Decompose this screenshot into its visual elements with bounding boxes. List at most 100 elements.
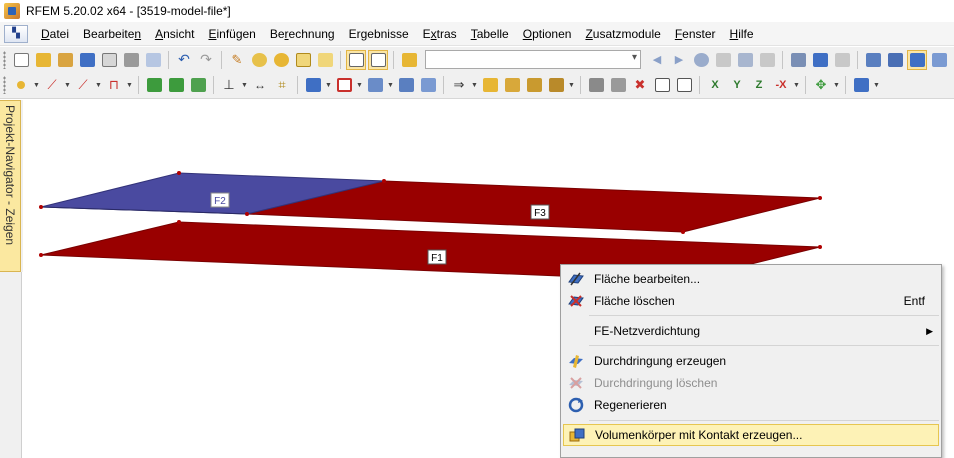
surface-button[interactable] bbox=[303, 75, 323, 95]
node-dropdown-arrow[interactable]: ▼ bbox=[33, 75, 40, 95]
member-button[interactable]: ⟋ bbox=[73, 75, 93, 95]
set-of-members-button[interactable]: ⊓ bbox=[104, 75, 124, 95]
new-file-button[interactable] bbox=[11, 50, 31, 70]
solid-load-button[interactable] bbox=[546, 75, 566, 95]
node[interactable] bbox=[245, 212, 249, 216]
load-button[interactable]: ⇒ bbox=[449, 75, 469, 95]
mirror-button[interactable]: -X bbox=[771, 75, 791, 95]
toolbar-grip[interactable] bbox=[3, 50, 6, 69]
coordinate-button[interactable]: ⊥ bbox=[219, 75, 239, 95]
check-button[interactable] bbox=[586, 75, 606, 95]
save-button[interactable] bbox=[77, 50, 97, 70]
zoom-button[interactable] bbox=[271, 50, 291, 70]
load-case-select[interactable] bbox=[425, 50, 641, 69]
node[interactable] bbox=[681, 230, 685, 234]
open-file-button[interactable] bbox=[33, 50, 53, 70]
redo-button[interactable]: ↷ bbox=[196, 50, 216, 70]
menu-datei[interactable]: Datei bbox=[34, 24, 76, 44]
cube-button[interactable] bbox=[418, 75, 438, 95]
paste-button[interactable] bbox=[674, 75, 694, 95]
menu-item-edit-surface[interactable]: Fläche bearbeiten... bbox=[563, 268, 939, 290]
line-dropdown-arrow[interactable]: ▼ bbox=[64, 75, 71, 95]
table-toggle-button[interactable] bbox=[346, 49, 366, 70]
workplane-button[interactable] bbox=[929, 50, 949, 70]
menu-hilfe[interactable]: Hilfe bbox=[723, 24, 761, 44]
move-y-button[interactable]: Y bbox=[727, 75, 747, 95]
select-all-button[interactable] bbox=[608, 75, 628, 95]
find-button[interactable] bbox=[249, 50, 269, 70]
menu-berechnung[interactable]: Berechnung bbox=[263, 24, 342, 44]
set-dropdown-arrow[interactable]: ▼ bbox=[126, 75, 133, 95]
load-dropdown-arrow[interactable]: ▼ bbox=[471, 75, 478, 95]
edit-button[interactable]: ✎ bbox=[227, 50, 247, 70]
transform-dropdown-arrow[interactable]: ▼ bbox=[793, 75, 800, 95]
results-button[interactable] bbox=[691, 50, 711, 70]
print-graphic-button[interactable] bbox=[143, 50, 163, 70]
result-table-button[interactable] bbox=[757, 50, 777, 70]
values-button[interactable] bbox=[713, 50, 733, 70]
copy-button[interactable] bbox=[652, 75, 672, 95]
menu-optionen[interactable]: Optionen bbox=[516, 24, 579, 44]
node[interactable] bbox=[382, 179, 386, 183]
surface-load-button[interactable] bbox=[524, 75, 544, 95]
document-menu-icon[interactable]: ▚ bbox=[4, 24, 28, 43]
node[interactable] bbox=[177, 220, 181, 224]
previous-button[interactable]: ◀ bbox=[647, 50, 667, 70]
guide-line-button[interactable]: ⌗ bbox=[272, 75, 292, 95]
hinge-button[interactable] bbox=[166, 75, 186, 95]
snap-button[interactable] bbox=[885, 50, 905, 70]
menu-item-regenerate[interactable]: Regenerieren bbox=[563, 394, 939, 416]
foundation-button[interactable] bbox=[188, 75, 208, 95]
node[interactable] bbox=[39, 205, 43, 209]
node[interactable] bbox=[818, 196, 822, 200]
menu-zusatzmodule[interactable]: Zusatzmodule bbox=[578, 24, 667, 44]
toolbar-grip[interactable] bbox=[3, 76, 6, 94]
render-dropdown-arrow[interactable]: ▼ bbox=[873, 75, 880, 95]
node-load-button[interactable] bbox=[480, 75, 500, 95]
axis-button[interactable]: ✥ bbox=[811, 75, 831, 95]
menu-extras[interactable]: Extras bbox=[416, 24, 464, 44]
axis-dropdown-arrow[interactable]: ▼ bbox=[833, 75, 840, 95]
solid-button[interactable] bbox=[365, 75, 385, 95]
graphic-button[interactable] bbox=[810, 50, 830, 70]
coordinate-dropdown-arrow[interactable]: ▼ bbox=[241, 75, 248, 95]
move-z-button[interactable]: Z bbox=[749, 75, 769, 95]
menu-item-create-intersection[interactable]: Durchdringung erzeugen bbox=[563, 350, 939, 372]
menu-bearbeiten[interactable]: Bearbeiten bbox=[76, 24, 148, 44]
node[interactable] bbox=[818, 245, 822, 249]
undo-button[interactable]: ↶ bbox=[174, 50, 194, 70]
box-button[interactable] bbox=[396, 75, 416, 95]
calculate-button[interactable] bbox=[788, 50, 808, 70]
select-mode-button[interactable] bbox=[907, 49, 927, 70]
view-button[interactable] bbox=[832, 50, 852, 70]
opening-button[interactable] bbox=[334, 75, 354, 95]
menu-ansicht[interactable]: Ansicht bbox=[148, 24, 201, 44]
deselect-button[interactable]: ✖ bbox=[630, 75, 650, 95]
next-button[interactable]: ▶ bbox=[669, 50, 689, 70]
menu-fenster[interactable]: Fenster bbox=[668, 24, 723, 44]
node[interactable] bbox=[39, 253, 43, 257]
solid-dropdown-arrow[interactable]: ▼ bbox=[387, 75, 394, 95]
menu-einfuegen[interactable]: Einfügen bbox=[201, 24, 262, 44]
member-dropdown-arrow[interactable]: ▼ bbox=[95, 75, 102, 95]
load-case-button[interactable] bbox=[399, 50, 419, 70]
load-more-dropdown-arrow[interactable]: ▼ bbox=[568, 75, 575, 95]
menu-item-create-solid-with-contact[interactable]: Volumenkörper mit Kontakt erzeugen... bbox=[563, 424, 939, 446]
menu-item-delete-intersection[interactable]: Durchdringung löschen bbox=[563, 372, 939, 394]
grid-button[interactable] bbox=[863, 50, 883, 70]
opening-dropdown-arrow[interactable]: ▼ bbox=[356, 75, 363, 95]
deformation-button[interactable] bbox=[735, 50, 755, 70]
project-navigator-tab[interactable]: Projekt-Navigator - Zeigen bbox=[0, 100, 21, 272]
member-load-button[interactable] bbox=[502, 75, 522, 95]
panel-toggle-button[interactable] bbox=[368, 49, 388, 70]
support-button[interactable] bbox=[144, 75, 164, 95]
zoom-window-button[interactable] bbox=[293, 50, 313, 70]
zoom-all-button[interactable] bbox=[315, 50, 335, 70]
menu-ergebnisse[interactable]: Ergebnisse bbox=[342, 24, 416, 44]
render-button[interactable] bbox=[851, 75, 871, 95]
node[interactable] bbox=[177, 171, 181, 175]
print-button[interactable] bbox=[121, 50, 141, 70]
menu-tabelle[interactable]: Tabelle bbox=[464, 24, 516, 44]
menu-item-delete-surface[interactable]: Fläche löschen Entf bbox=[563, 290, 939, 312]
open-project-button[interactable] bbox=[55, 50, 75, 70]
